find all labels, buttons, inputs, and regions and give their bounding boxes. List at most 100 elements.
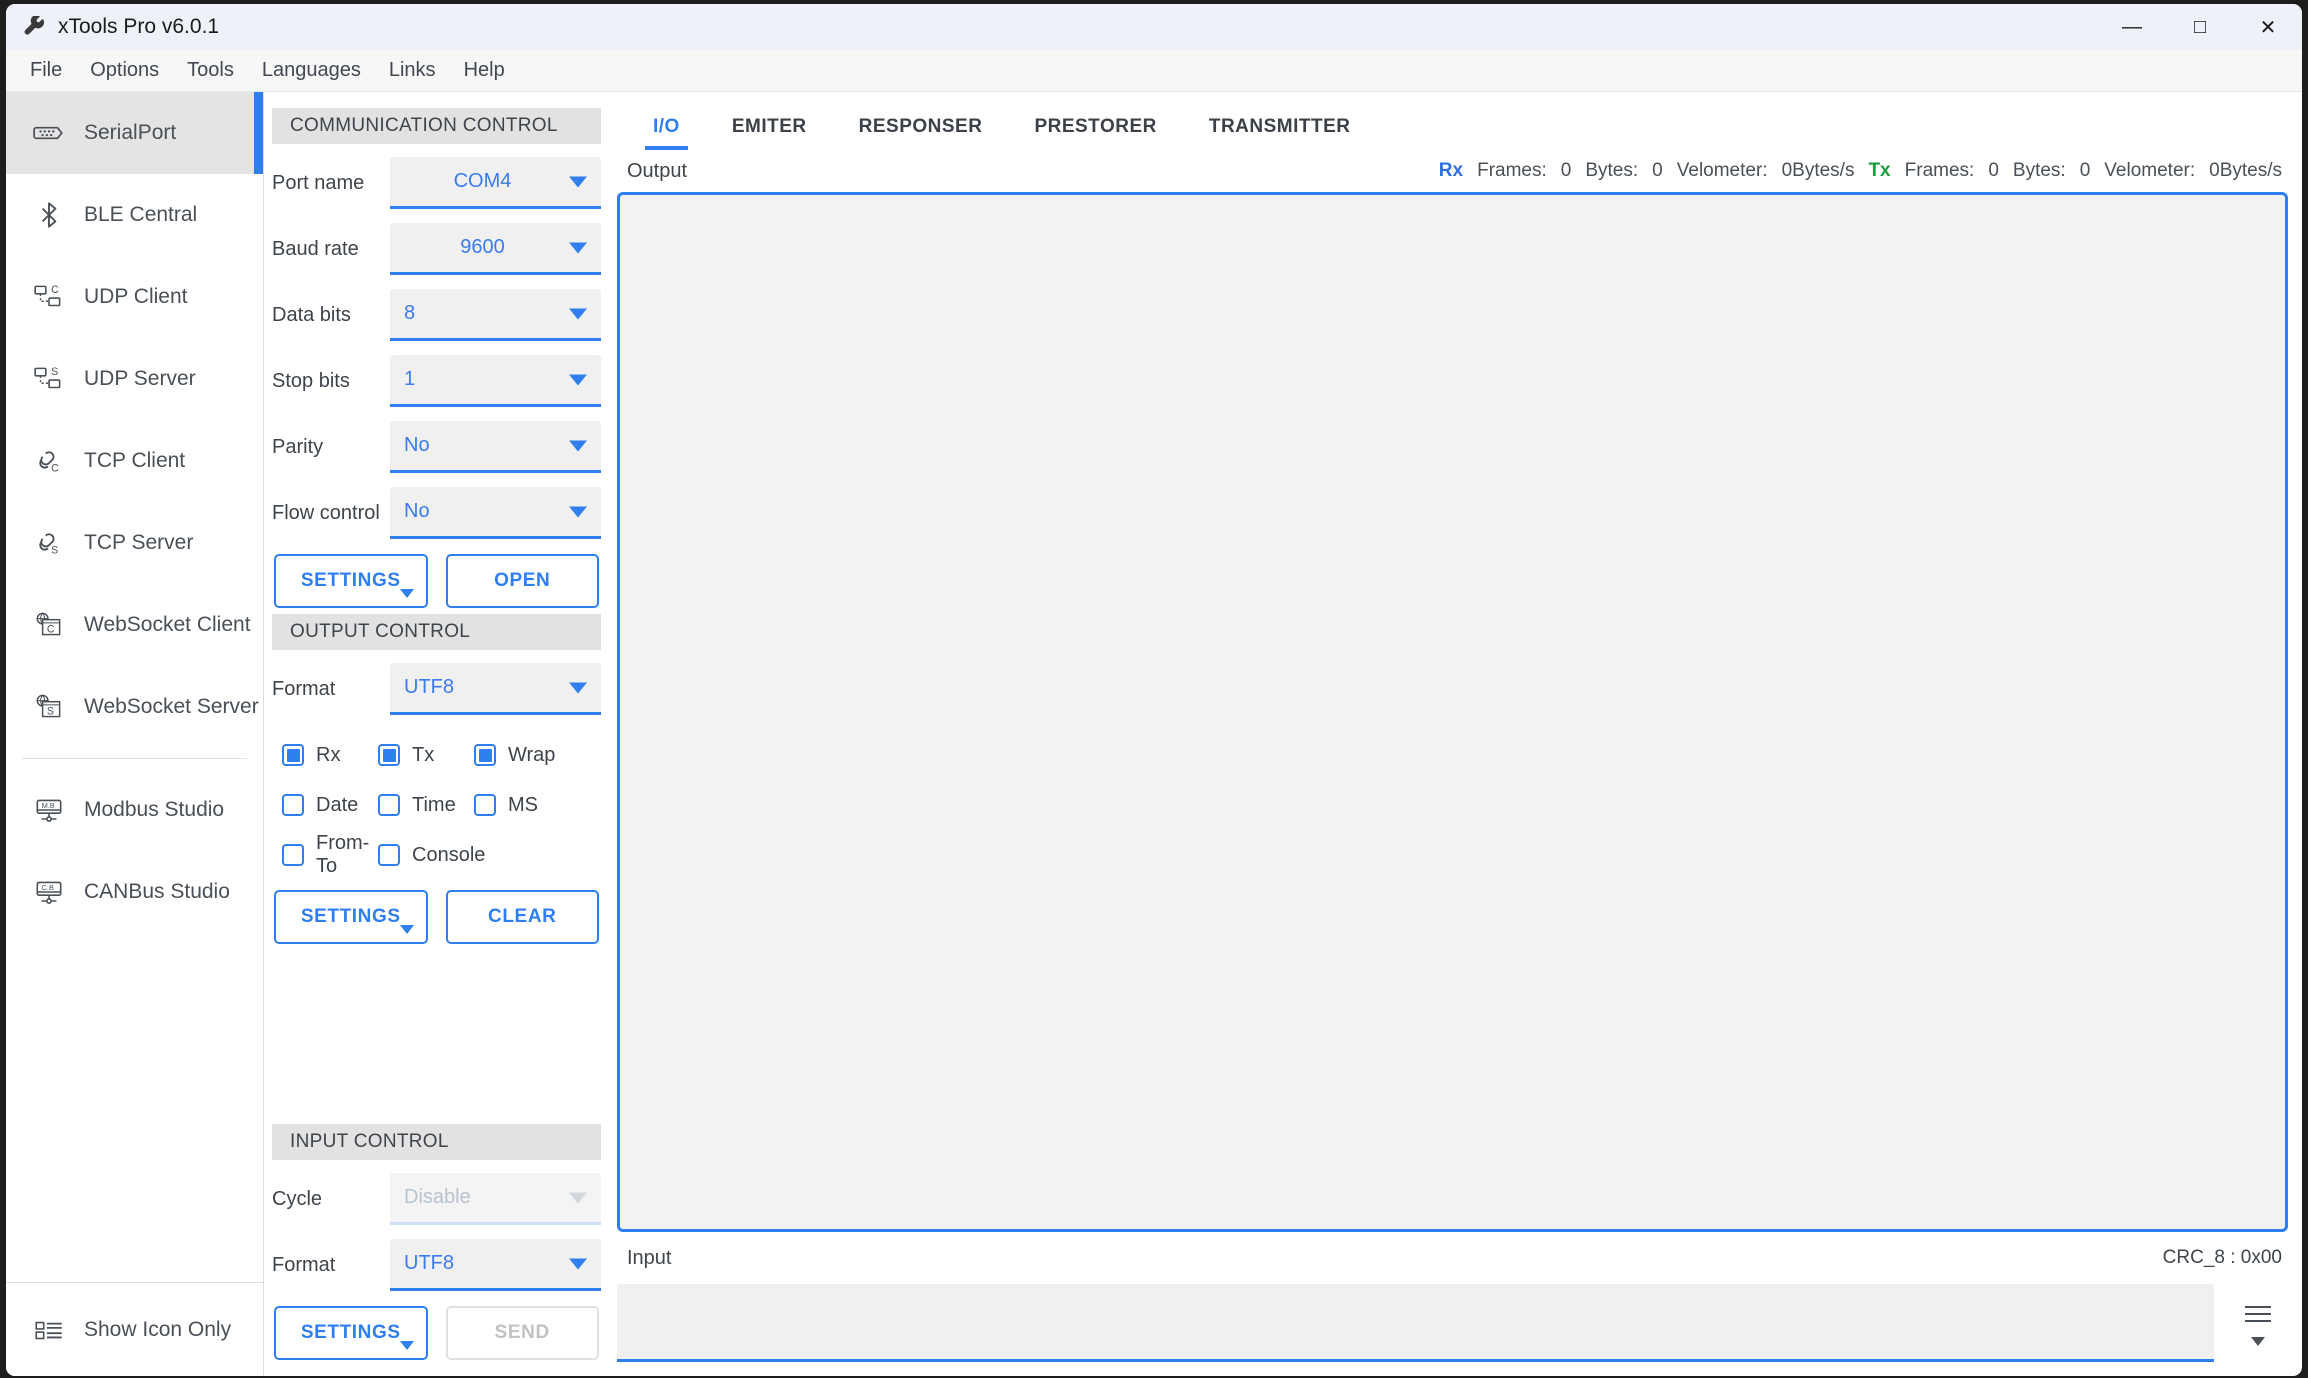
websocket-client-icon: C [36, 612, 61, 635]
open-port-button[interactable]: OPEN [445, 554, 599, 608]
menu-tools[interactable]: Tools [173, 53, 248, 88]
checkbox-row: From-To Console [282, 830, 599, 880]
sidebar-item-tcp-client[interactable]: C TCP Client [6, 420, 263, 502]
checkbox-wrap-box[interactable] [474, 744, 496, 766]
port-name-label: Port name [272, 171, 365, 194]
crc-value: CRC_8 : 0x00 [2162, 1247, 2282, 1268]
checkbox-from-to-label: From-To [316, 832, 370, 877]
chevron-down-icon [569, 374, 587, 385]
checkbox-rx-label: Rx [316, 743, 341, 766]
input-format-label: Format [272, 1253, 336, 1276]
minimize-button[interactable]: — [2098, 4, 2166, 50]
serial-port-icon [33, 126, 63, 140]
output-settings-button[interactable]: SETTINGS [274, 890, 428, 944]
output-control-header: OUTPUT CONTROL [272, 614, 601, 650]
show-icon-only-button[interactable]: Show Icon Only [6, 1282, 263, 1376]
checkbox-from-to[interactable]: From-To [282, 832, 378, 878]
title-bar-left: xTools Pro v6.0.1 [6, 15, 219, 39]
sidebar-item-serialport[interactable]: SerialPort [6, 92, 263, 174]
checkbox-time[interactable]: Time [378, 794, 474, 817]
tab-io[interactable]: I/O [627, 116, 706, 150]
menu-languages[interactable]: Languages [248, 53, 375, 88]
cycle-value: Disable [404, 1186, 471, 1208]
tx-frames-label: Frames: [1904, 160, 1975, 181]
chevron-down-icon [399, 589, 414, 598]
input-format-value: UTF8 [404, 1252, 454, 1274]
input-label: Input [627, 1246, 672, 1269]
checkbox-from-to-box[interactable] [282, 844, 304, 866]
sidebar-item-label: WebSocket Client [84, 613, 251, 636]
tab-transmitter[interactable]: TRANSMITTER [1183, 116, 1377, 150]
checkbox-wrap[interactable]: Wrap [474, 744, 555, 767]
input-format-select[interactable]: UTF8 [390, 1239, 601, 1291]
send-button[interactable]: SEND [445, 1306, 599, 1360]
clear-output-button[interactable]: CLEAR [445, 890, 599, 944]
checkbox-date[interactable]: Date [282, 794, 378, 817]
close-button[interactable]: ✕ [2234, 4, 2302, 50]
checkbox-date-box[interactable] [282, 794, 304, 816]
svg-text:C: C [51, 463, 59, 475]
checkbox-rx[interactable]: Rx [282, 744, 378, 767]
checkbox-tx-box[interactable] [378, 744, 400, 766]
menu-links[interactable]: Links [375, 53, 450, 88]
checkbox-ms-label: MS [508, 793, 538, 816]
checkbox-console[interactable]: Console [378, 844, 485, 867]
sidebar-item-canbus-studio[interactable]: C.B CANBus Studio [6, 851, 263, 933]
tab-responser[interactable]: RESPONSER [833, 116, 1009, 150]
chevron-down-icon [569, 242, 587, 253]
sidebar-item-udp-client[interactable]: C UDP Client [6, 256, 263, 338]
stop-bits-select[interactable]: 1 [390, 355, 601, 407]
menu-file[interactable]: File [16, 53, 76, 88]
data-bits-select[interactable]: 8 [390, 289, 601, 341]
cycle-select[interactable]: Disable [390, 1173, 601, 1225]
flow-control-select[interactable]: No [390, 487, 601, 539]
tab-prestorer[interactable]: PRESTORER [1008, 116, 1182, 150]
tab-emiter[interactable]: EMITER [706, 116, 833, 150]
sidebar-item-label: UDP Client [84, 285, 188, 308]
chevron-down-icon [569, 176, 587, 187]
chevron-down-icon [569, 1192, 587, 1203]
app-window: xTools Pro v6.0.1 — □ ✕ File Options Too… [6, 4, 2302, 1376]
input-menu-button[interactable] [2228, 1284, 2288, 1362]
modbus-studio-icon: M.B [36, 799, 62, 822]
sidebar-item-modbus-studio[interactable]: M.B Modbus Studio [6, 769, 263, 851]
sidebar-item-websocket-server[interactable]: S WebSocket Server [6, 666, 263, 748]
checkbox-ms[interactable]: MS [474, 794, 538, 817]
checkbox-tx[interactable]: Tx [378, 744, 474, 767]
parity-select[interactable]: No [390, 421, 601, 473]
checkbox-console-box[interactable] [378, 844, 400, 866]
sidebar-item-label: UDP Server [84, 367, 196, 390]
output-format-select[interactable]: UTF8 [390, 663, 601, 715]
chevron-down-icon [399, 1341, 414, 1350]
field-baud-rate: Baud rate 9600 [272, 216, 601, 282]
svg-text:C: C [51, 284, 59, 296]
maximize-button[interactable]: □ [2166, 4, 2234, 50]
output-textarea[interactable] [617, 192, 2288, 1232]
menu-options[interactable]: Options [76, 53, 173, 88]
hamburger-menu-icon [2245, 1301, 2271, 1327]
tx-velometer-value: 0Bytes/s [2209, 160, 2282, 181]
traffic-stats: Rx Frames: 0 Bytes: 0 Velometer: 0Bytes/s Tx Fra… [1439, 160, 2282, 182]
parity-label: Parity [272, 435, 324, 458]
sidebar-item-websocket-client[interactable]: C WebSocket Client [6, 584, 263, 666]
sidebar: SerialPort BLE Central C UDP Client S UD… [6, 92, 264, 1376]
title-bar: xTools Pro v6.0.1 — □ ✕ [6, 4, 2302, 50]
sidebar-item-ble-central[interactable]: BLE Central [6, 174, 263, 256]
port-name-select[interactable]: COM4 [390, 157, 601, 209]
checkbox-rx-box[interactable] [282, 744, 304, 766]
checkbox-time-box[interactable] [378, 794, 400, 816]
input-settings-button[interactable]: SETTINGS [274, 1306, 428, 1360]
sidebar-item-tcp-server[interactable]: S TCP Server [6, 502, 263, 584]
send-label: SEND [494, 1322, 550, 1343]
input-combobox[interactable] [617, 1284, 2214, 1362]
communication-settings-button[interactable]: SETTINGS [274, 554, 428, 608]
tx-bytes-value: 0 [2079, 160, 2091, 181]
checkbox-ms-box[interactable] [474, 794, 496, 816]
sidebar-divider [22, 758, 247, 759]
baud-rate-select[interactable]: 9600 [390, 223, 601, 275]
sidebar-item-udp-server[interactable]: S UDP Server [6, 338, 263, 420]
chevron-down-icon [569, 1258, 587, 1269]
window-title: xTools Pro v6.0.1 [58, 15, 220, 38]
wrench-icon [24, 16, 45, 35]
menu-help[interactable]: Help [450, 53, 519, 88]
